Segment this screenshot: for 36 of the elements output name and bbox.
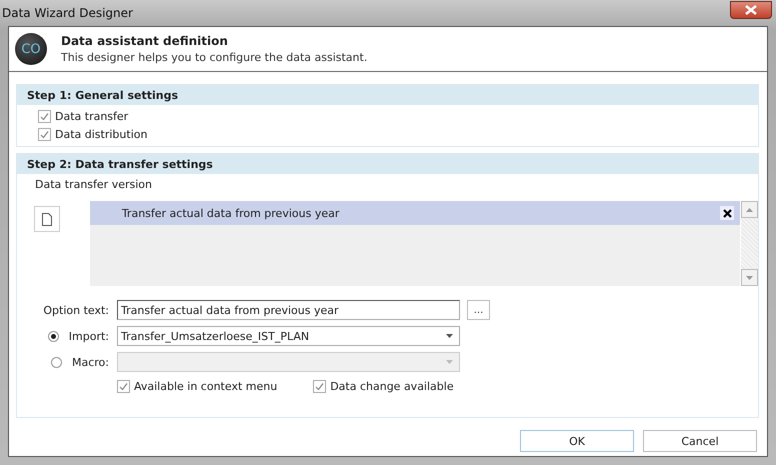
list-item[interactable]: Transfer actual data from previous year <box>90 201 740 225</box>
delete-button[interactable] <box>720 206 734 220</box>
checkbox[interactable] <box>313 380 326 393</box>
document-icon <box>42 212 52 226</box>
scrollbar[interactable] <box>741 201 758 286</box>
header-title: Data assistant definition <box>61 34 229 48</box>
section-header: Step 1: General settings <box>17 85 758 105</box>
close-button[interactable] <box>730 1 772 19</box>
option-text-field[interactable]: Transfer actual data from previous year <box>117 300 460 320</box>
dropdown[interactable]: Transfer_Umsatzerloese_IST_PLAN <box>117 326 460 346</box>
checkbox-label: Data distribution <box>55 128 148 141</box>
close-icon <box>722 208 732 218</box>
app-logo: CO <box>15 33 47 65</box>
browse-button[interactable]: ... <box>467 300 490 320</box>
up-arrow-icon <box>746 208 753 212</box>
header-subtitle: This designer helps you to configure the data assistant. <box>61 51 368 64</box>
checkbox[interactable] <box>38 110 51 123</box>
field-label: Option text: <box>42 304 110 316</box>
checkbox-label: Data change available <box>330 380 454 393</box>
new-button[interactable] <box>34 206 60 232</box>
radio-label: Import: <box>68 330 109 342</box>
close-icon <box>744 5 758 15</box>
caret-icon <box>446 360 453 364</box>
down-arrow-icon <box>746 276 753 280</box>
checkbox-label: Data transfer <box>55 110 128 123</box>
radio-button[interactable] <box>48 330 59 342</box>
checkbox-label: Available in context menu <box>134 380 278 393</box>
window-title: Data Wizard Designer <box>2 6 133 20</box>
section-header: Step 2: Data transfer settings <box>17 154 758 174</box>
checkbox[interactable] <box>38 128 51 141</box>
caret-icon <box>446 334 453 338</box>
checkbox[interactable] <box>117 380 130 393</box>
field-label: Data transfer version <box>34 178 153 191</box>
ok-button[interactable]: OK <box>520 430 634 452</box>
radio-label: Macro: <box>72 356 109 368</box>
cancel-button[interactable]: Cancel <box>643 430 757 452</box>
